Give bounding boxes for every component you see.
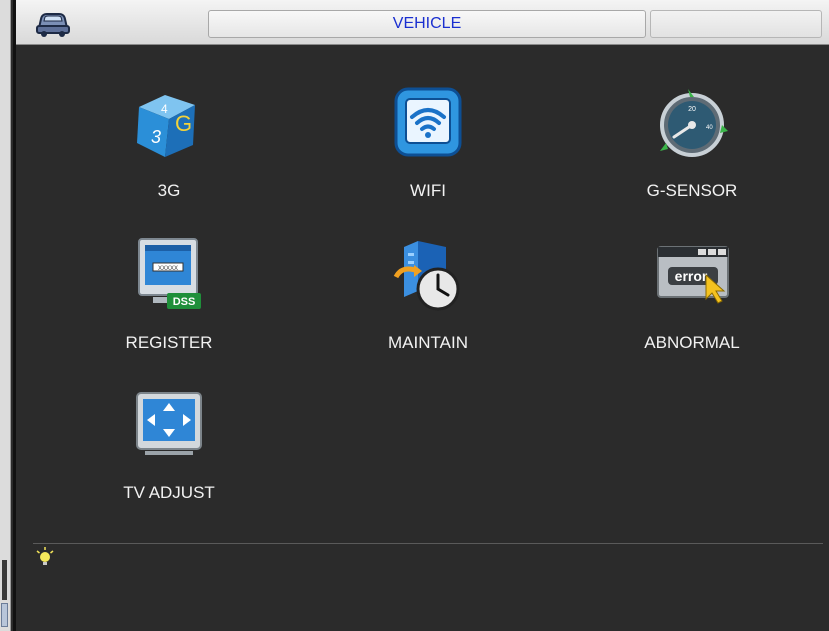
lightbulb-icon xyxy=(36,547,54,565)
menu-item-label: TV ADJUST xyxy=(123,483,215,502)
svg-text:DSS: DSS xyxy=(173,296,196,308)
title-bar-right-panel xyxy=(650,10,822,38)
menu-item-abnormal[interactable]: error ABNORMAL xyxy=(602,237,782,377)
status-divider xyxy=(33,543,823,544)
menu-item-maintain[interactable]: MAINTAIN xyxy=(338,237,518,377)
scrollbar-track xyxy=(2,560,7,600)
menu-item-label: REGISTER xyxy=(125,333,213,352)
dss-monitor-icon: XXXXX DSS xyxy=(138,238,201,309)
svg-text:XXXXX: XXXXX xyxy=(158,266,178,272)
error-window-icon: error xyxy=(657,246,729,304)
menu-item-3g[interactable]: 3 G 4 3G xyxy=(79,85,259,225)
menu-item-label: 3G xyxy=(157,181,181,200)
car-icon xyxy=(36,13,70,37)
menu-item-tv-adjust[interactable]: TV ADJUST xyxy=(79,387,259,527)
svg-text:3: 3 xyxy=(151,127,161,147)
left-scrollbar[interactable] xyxy=(0,0,11,631)
title-bar: VEHICLE xyxy=(16,0,829,45)
svg-text:40: 40 xyxy=(706,125,713,131)
menu-item-label: G-SENSOR xyxy=(646,181,738,200)
menu-item-label: MAINTAIN xyxy=(388,333,468,352)
svg-text:4: 4 xyxy=(161,102,168,116)
speedometer-icon: 20 40 xyxy=(660,89,728,157)
window-title: VEHICLE xyxy=(208,10,646,38)
svg-text:20: 20 xyxy=(688,106,696,113)
vehicle-window: VEHICLE 3 G 4 3G WIFI 20 40 G-SENSOR XXX… xyxy=(13,0,829,631)
menu-item-register[interactable]: XXXXX DSS REGISTER xyxy=(79,237,259,377)
menu-item-label: WIFI xyxy=(410,181,446,200)
wifi-icon xyxy=(394,87,462,157)
scrollbar-thumb[interactable] xyxy=(1,603,8,627)
svg-text:error: error xyxy=(675,268,708,284)
menu-item-wifi[interactable]: WIFI xyxy=(338,85,518,225)
server-clock-icon xyxy=(393,241,460,311)
menu-item-label: ABNORMAL xyxy=(644,333,740,352)
menu-item-g-sensor[interactable]: 20 40 G-SENSOR xyxy=(602,85,782,225)
3g-cube-icon: 3 G 4 xyxy=(137,95,195,157)
tv-adjust-icon xyxy=(136,392,202,455)
svg-text:G: G xyxy=(175,111,192,136)
